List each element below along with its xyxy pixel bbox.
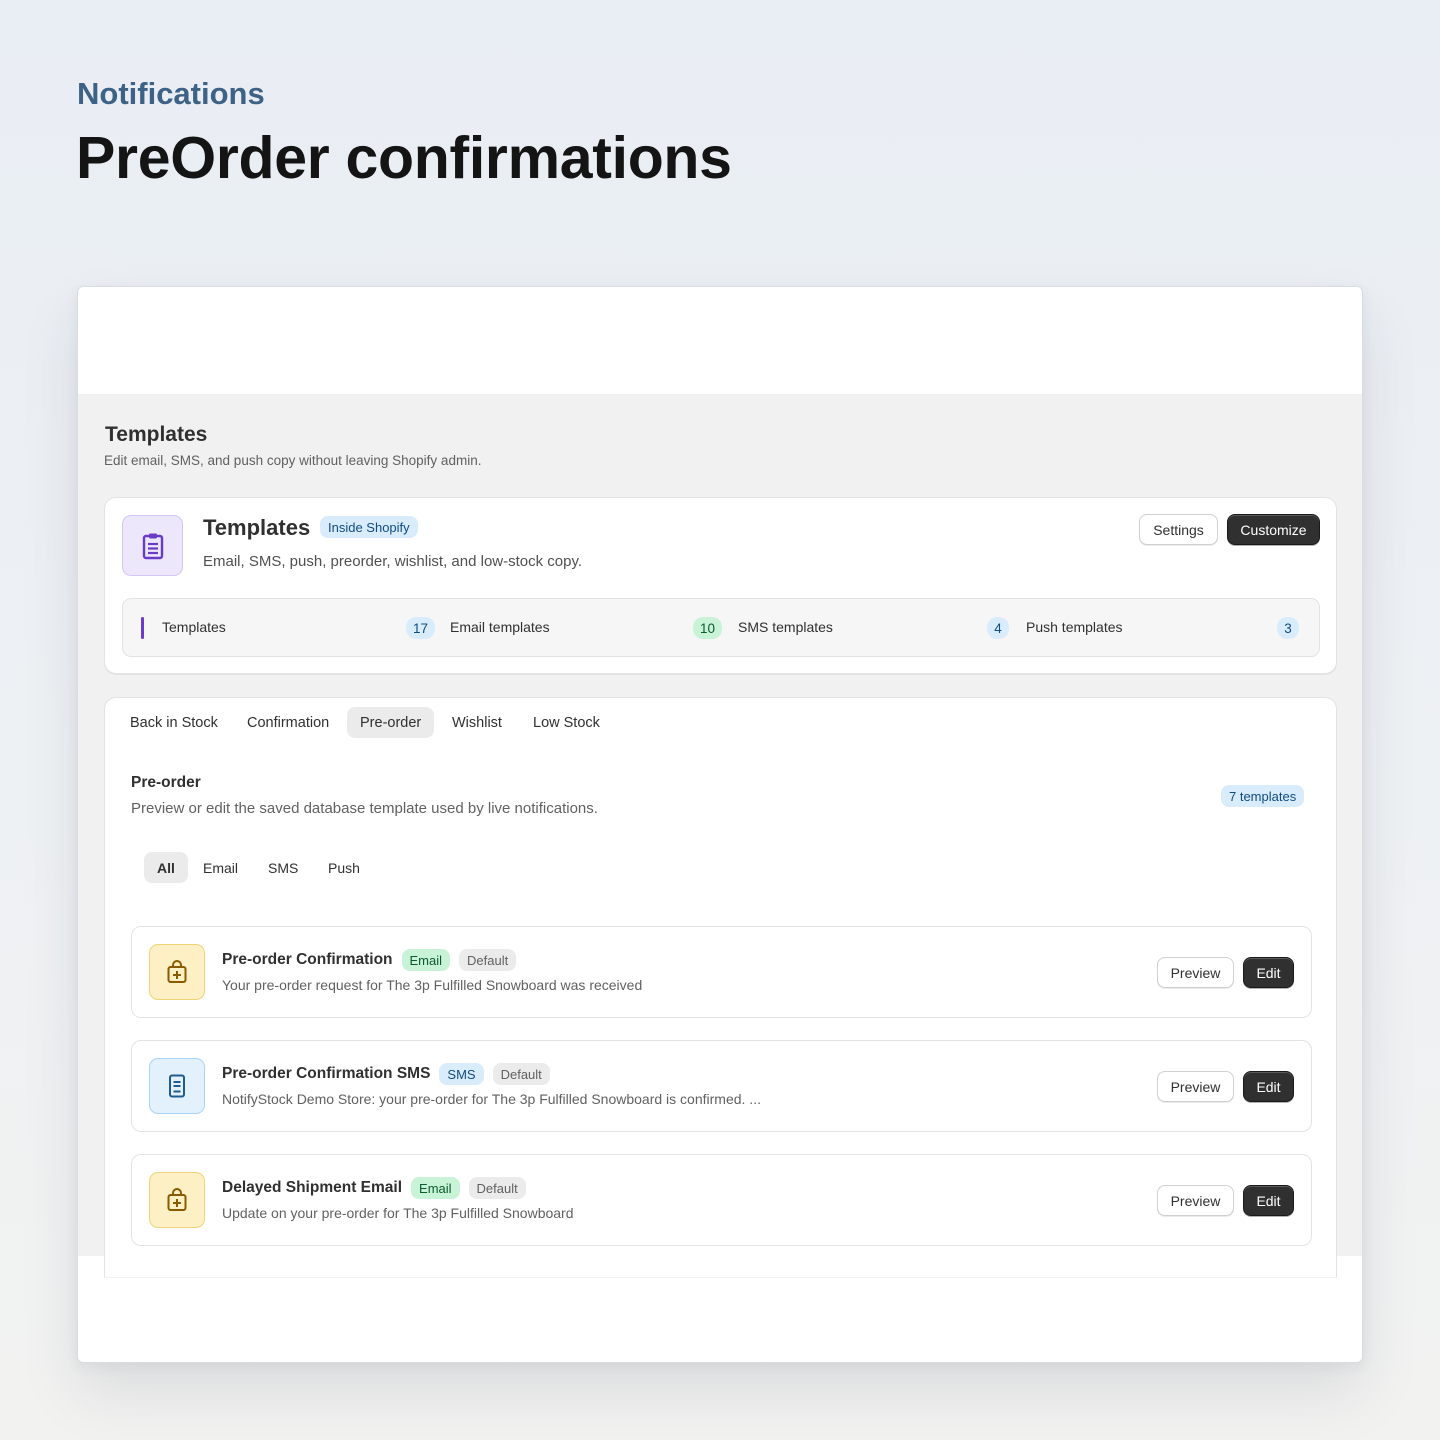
template-stats: Templates 17 Email templates 10 SMS temp… — [122, 598, 1320, 657]
edit-button[interactable]: Edit — [1243, 1185, 1294, 1216]
channel-badge: Email — [411, 1177, 460, 1199]
stat-count-email: 10 — [693, 617, 723, 639]
tab-wishlist[interactable]: Wishlist — [439, 707, 515, 738]
row-title-line: Pre-order Confirmation SMS SMS Default — [222, 1063, 550, 1085]
template-title: Pre-order Confirmation SMS — [222, 1065, 431, 1082]
stat-label-sms: SMS templates — [738, 619, 833, 635]
edit-button[interactable]: Edit — [1243, 1071, 1294, 1102]
stat-label-push: Push templates — [1026, 619, 1123, 635]
default-badge: Default — [459, 949, 517, 971]
preview-button[interactable]: Preview — [1157, 957, 1234, 988]
section-description: Preview or edit the saved database templ… — [131, 800, 598, 817]
shopping-bag-icon — [149, 1172, 205, 1228]
shopping-bag-icon — [149, 944, 205, 1000]
page-subtitle: Edit email, SMS, and push copy without l… — [104, 453, 482, 468]
inside-shopify-badge: Inside Shopify — [320, 516, 418, 538]
app-window: Templates Edit email, SMS, and push copy… — [77, 286, 1363, 1363]
card-description: Email, SMS, push, preorder, wishlist, an… — [203, 553, 583, 570]
page-title: Templates — [105, 423, 208, 446]
hero-title: PreOrder confirmations — [76, 125, 732, 191]
filter-sms[interactable]: SMS — [255, 852, 311, 883]
template-description: Your pre-order request for The 3p Fulfil… — [222, 977, 643, 993]
settings-button[interactable]: Settings — [1139, 514, 1218, 545]
template-description: NotifyStock Demo Store: your pre-order f… — [222, 1091, 761, 1107]
clipboard-icon — [122, 515, 183, 576]
template-row: Pre-order Confirmation Email Default You… — [131, 926, 1312, 1018]
template-description: Update on your pre-order for The 3p Fulf… — [222, 1205, 574, 1221]
preview-button[interactable]: Preview — [1157, 1185, 1234, 1216]
channel-badge: SMS — [439, 1063, 484, 1085]
row-title-line: Delayed Shipment Email Email Default — [222, 1177, 526, 1199]
templates-list-card: Back in Stock Confirmation Pre-order Wis… — [104, 697, 1337, 1277]
template-title: Pre-order Confirmation — [222, 951, 393, 968]
tab-low-stock[interactable]: Low Stock — [520, 707, 613, 738]
preview-button[interactable]: Preview — [1157, 1071, 1234, 1102]
tab-confirmation[interactable]: Confirmation — [234, 707, 342, 738]
template-title: Delayed Shipment Email — [222, 1179, 403, 1196]
filter-all[interactable]: All — [144, 852, 188, 883]
mobile-message-icon — [149, 1058, 205, 1114]
stat-label-templates: Templates — [162, 619, 226, 635]
template-row: Delayed Shipment Email Email Default Upd… — [131, 1154, 1312, 1246]
tab-back-in-stock[interactable]: Back in Stock — [117, 707, 231, 738]
card-title: Templates — [203, 515, 311, 540]
stat-count-sms: 4 — [987, 617, 1009, 639]
default-badge: Default — [468, 1177, 526, 1199]
stat-count-templates: 17 — [406, 617, 436, 639]
templates-count-badge: 7 templates — [1221, 785, 1305, 807]
tab-pre-order[interactable]: Pre-order — [347, 707, 435, 738]
edit-button[interactable]: Edit — [1243, 957, 1294, 988]
channel-badge: Email — [401, 949, 451, 971]
customize-button[interactable]: Customize — [1227, 514, 1320, 545]
hero-eyebrow: Notifications — [77, 76, 265, 111]
template-row: Pre-order Confirmation SMS SMS Default N… — [131, 1040, 1312, 1132]
templates-summary-card: Templates Inside Shopify Email, SMS, pus… — [104, 497, 1337, 674]
stats-accent-bar — [141, 617, 144, 639]
section-title: Pre-order — [131, 774, 201, 791]
stat-label-email: Email templates — [450, 619, 550, 635]
stat-count-push: 3 — [1277, 617, 1299, 639]
default-badge: Default — [492, 1063, 550, 1085]
filter-email[interactable]: Email — [190, 852, 251, 883]
admin-content: Templates Edit email, SMS, and push copy… — [78, 394, 1362, 1277]
row-title-line: Pre-order Confirmation Email Default — [222, 949, 517, 971]
filter-push[interactable]: Push — [315, 852, 373, 883]
